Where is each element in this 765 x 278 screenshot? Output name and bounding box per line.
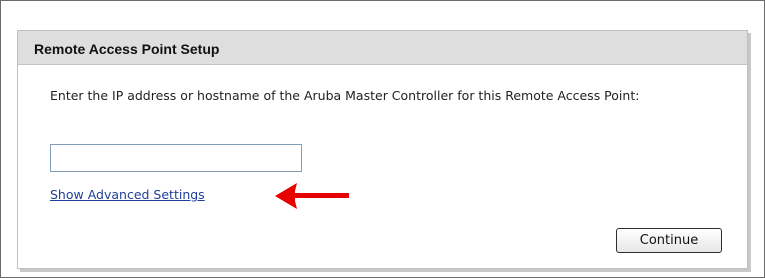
panel-title: Remote Access Point Setup <box>34 41 220 57</box>
page-frame: Remote Access Point Setup Enter the IP a… <box>0 0 765 278</box>
panel-header: Remote Access Point Setup <box>18 31 747 65</box>
setup-panel: Remote Access Point Setup Enter the IP a… <box>17 30 748 269</box>
continue-button[interactable]: Continue <box>616 228 722 253</box>
left-arrow-icon <box>275 183 349 209</box>
show-advanced-settings-link[interactable]: Show Advanced Settings <box>50 187 205 202</box>
controller-address-input[interactable] <box>50 144 302 172</box>
instructions-text: Enter the IP address or hostname of the … <box>50 88 640 103</box>
